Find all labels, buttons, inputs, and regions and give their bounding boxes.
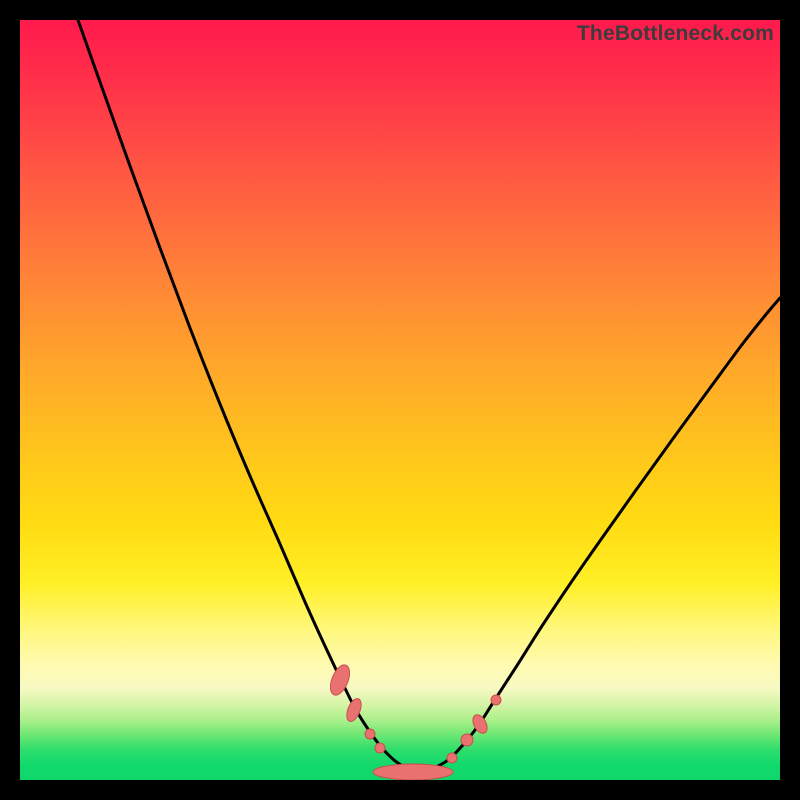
curve-marker [375,743,385,753]
curve-marker [327,662,354,698]
bottleneck-curve-path [78,20,780,773]
curve-marker [491,695,501,705]
curve-marker [373,764,453,780]
watermark-label: TheBottleneck.com [577,22,774,46]
curve-marker [447,753,457,763]
curve-marker [461,734,473,746]
curve-markers [327,662,501,780]
curve-marker [365,729,375,739]
bottleneck-curve-svg [20,20,780,780]
chart-frame: TheBottleneck.com [20,20,780,780]
